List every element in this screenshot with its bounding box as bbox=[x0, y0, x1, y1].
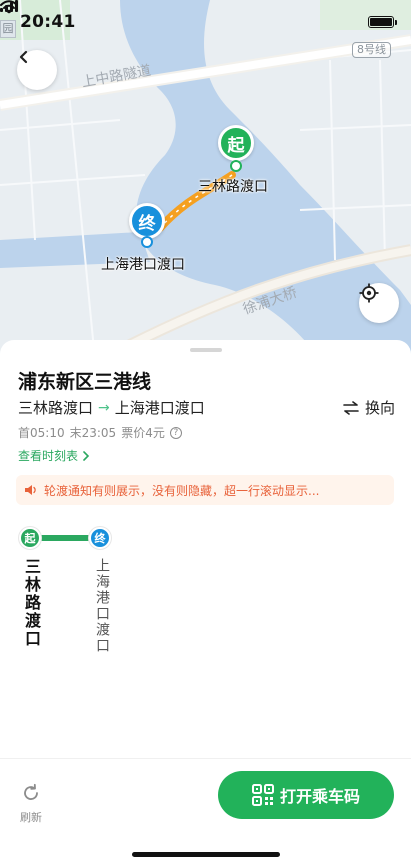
view-timetable-label: 查看时刻表 bbox=[18, 449, 79, 463]
chevron-left-icon bbox=[19, 50, 28, 64]
location-target-icon bbox=[359, 283, 379, 303]
ferry-notice-bar[interactable]: 轮渡通知有则展示，没有则隐藏，超一行滚动显示... bbox=[16, 475, 394, 505]
line-title: 浦东新区三港线 bbox=[18, 371, 152, 393]
open-ride-code-label: 打开乘车码 bbox=[279, 787, 360, 806]
route-from: 三林路渡口 bbox=[18, 399, 94, 417]
ferry-notice-text: 轮渡通知有则展示，没有则隐藏，超一行滚动显示... bbox=[44, 483, 320, 498]
qr-code-icon bbox=[251, 784, 274, 806]
refresh-button[interactable]: 刷新 bbox=[18, 783, 44, 825]
chevron-right-icon bbox=[83, 450, 90, 461]
open-ride-code-button[interactable]: 打开乘车码 bbox=[218, 771, 394, 819]
speaker-icon bbox=[25, 485, 36, 495]
locate-button[interactable] bbox=[359, 283, 399, 323]
start-marker-label: 三林路渡口 bbox=[198, 179, 268, 195]
status-time: 20:41 bbox=[20, 12, 76, 32]
start-marker[interactable]: 起 bbox=[218, 125, 254, 161]
battery-icon bbox=[368, 16, 397, 28]
end-marker-label: 上海港口渡口 bbox=[101, 257, 185, 273]
swap-icon bbox=[343, 400, 359, 415]
schedule-meta: 首05:10 末23:05 票价4元 ? bbox=[18, 424, 182, 441]
end-marker[interactable]: 终 bbox=[129, 203, 165, 239]
bottom-action-bar: 刷新 打开乘车码 bbox=[0, 758, 411, 866]
start-point-dot bbox=[230, 160, 242, 172]
end-stop-badge: 终 bbox=[89, 527, 111, 549]
end-point-dot bbox=[141, 236, 153, 248]
first-departure: 首05:10 bbox=[18, 426, 65, 440]
start-stop-name[interactable]: 三林路渡口 bbox=[19, 558, 43, 648]
metro-line-badge: 8号线 bbox=[352, 42, 391, 58]
fare: 票价4元 bbox=[121, 426, 165, 440]
info-icon[interactable]: ? bbox=[169, 426, 182, 439]
refresh-icon bbox=[24, 783, 38, 800]
last-departure: 末23:05 bbox=[69, 426, 117, 440]
swap-direction-label: 换向 bbox=[364, 399, 395, 417]
map-view[interactable]: 园 上中路隧道 徐浦大桥 8号线 起 三林路渡口 终 上海港口渡口 20:41 bbox=[0, 0, 411, 360]
route-arrow-icon: → bbox=[98, 399, 110, 416]
route-line-segment bbox=[38, 535, 96, 541]
sheet-drag-handle[interactable] bbox=[190, 348, 222, 352]
start-stop-badge: 起 bbox=[19, 527, 41, 549]
view-timetable-link[interactable]: 查看时刻表 bbox=[18, 447, 90, 464]
status-bar: 20:41 bbox=[0, 0, 411, 44]
refresh-label: 刷新 bbox=[20, 811, 42, 824]
route-summary: 三林路渡口 → 上海港口渡口 bbox=[18, 397, 205, 418]
route-to: 上海港口渡口 bbox=[114, 399, 205, 417]
home-indicator bbox=[132, 852, 280, 857]
end-stop-name[interactable]: 上海港口渡口 bbox=[92, 558, 112, 654]
back-button[interactable] bbox=[17, 50, 57, 90]
swap-direction-button[interactable]: 换向 bbox=[343, 397, 395, 418]
wifi-icon bbox=[0, 0, 18, 14]
line-detail-sheet: 浦东新区三港线 三林路渡口 → 上海港口渡口 换向 首05:10 末23:05 … bbox=[0, 340, 411, 866]
